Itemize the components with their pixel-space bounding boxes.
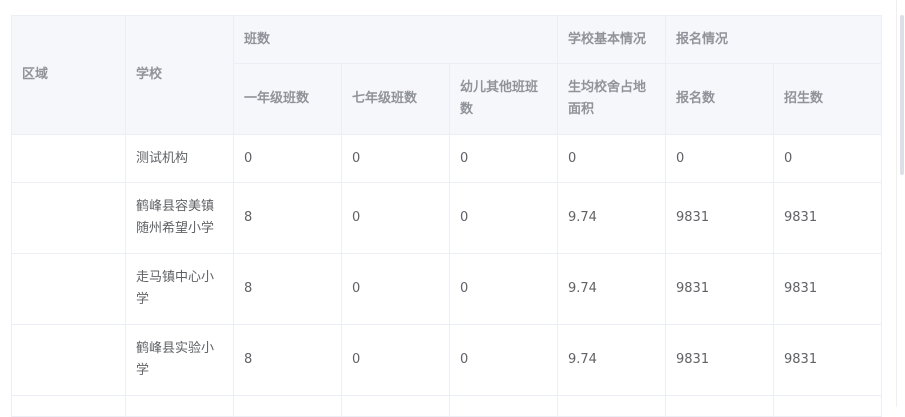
data-table-container: 区域 学校 班数 学校基本情况 报名情况 一年级班数 七年级班数 幼儿其他班班数… [11, 15, 883, 417]
cell-admit: 9831 [772, 182, 883, 254]
cell-area-per-student: 9.74 [557, 324, 666, 396]
header-signup-count[interactable]: 报名数 [665, 63, 774, 135]
school-statistics-table: 区域 学校 班数 学校基本情况 报名情况 一年级班数 七年级班数 幼儿其他班班数… [11, 15, 883, 417]
table-row[interactable]: 测试机构 0 0 0 0 0 0 [11, 134, 883, 183]
page-right-border [896, 0, 897, 407]
cell-school: 测试机构 [125, 134, 234, 183]
cell-grade1: 8 [233, 182, 342, 254]
cell-grade7: 0 [341, 134, 450, 183]
cell-area [11, 182, 126, 254]
table-row[interactable]: 鹤峰县容美镇随州希望小学 8 0 0 9.74 9831 9831 [11, 182, 883, 254]
header-group-classes: 班数 [233, 15, 558, 64]
cell-grade7 [341, 395, 450, 417]
cell-kinder [449, 395, 558, 417]
table-row[interactable]: 走马镇中心小学 8 0 0 9.74 9831 9831 [11, 253, 883, 325]
cell-area-per-student: 9.74 [557, 253, 666, 325]
cell-admit: 9831 [772, 253, 883, 325]
cell-grade1: 8 [233, 253, 342, 325]
table-body: 测试机构 0 0 0 0 0 0 鹤峰县容美镇随州希望小学 8 0 0 9.74… [11, 134, 883, 417]
cell-kinder: 0 [449, 324, 558, 396]
header-area-per-student[interactable]: 生均校舍占地面积 [557, 63, 666, 135]
cell-signup: 9831 [665, 324, 774, 396]
cell-school [125, 395, 234, 417]
header-grade1-classes[interactable]: 一年级班数 [233, 63, 342, 135]
cell-area [11, 253, 126, 325]
table-row[interactable]: 鹤峰县实验小学 8 0 0 9.74 9831 9831 [11, 324, 883, 396]
cell-grade1: 8 [233, 324, 342, 396]
cell-signup [665, 395, 774, 417]
header-admit-count[interactable]: 招生数 [772, 63, 883, 135]
header-kinder-other-classes[interactable]: 幼儿其他班班数 [449, 63, 558, 135]
cell-signup: 9831 [665, 253, 774, 325]
header-row-groups: 区域 学校 班数 学校基本情况 报名情况 [11, 15, 883, 135]
cell-grade7: 0 [341, 253, 450, 325]
cell-area [11, 324, 126, 396]
cell-grade1 [233, 395, 342, 417]
cell-signup: 0 [665, 134, 774, 183]
vertical-scrollbar[interactable] [900, 15, 904, 175]
cell-area [11, 395, 126, 417]
cell-area-per-student: 0 [557, 134, 666, 183]
cell-grade1: 0 [233, 134, 342, 183]
cell-admit [772, 395, 883, 417]
header-area[interactable]: 区域 [11, 15, 126, 135]
cell-kinder: 0 [449, 253, 558, 325]
header-group-enroll: 报名情况 [664, 15, 883, 64]
header-group-basic: 学校基本情况 [557, 15, 666, 64]
header-grade7-classes[interactable]: 七年级班数 [341, 63, 450, 135]
cell-area [11, 134, 126, 183]
table-header: 区域 学校 班数 学校基本情况 报名情况 一年级班数 七年级班数 幼儿其他班班数… [11, 15, 883, 135]
cell-admit: 9831 [772, 324, 883, 396]
cell-area-per-student [557, 395, 666, 417]
cell-area-per-student: 9.74 [557, 182, 666, 254]
cell-kinder: 0 [449, 182, 558, 254]
table-row[interactable] [11, 395, 883, 417]
cell-signup: 9831 [665, 182, 774, 254]
cell-school: 走马镇中心小学 [125, 253, 234, 325]
cell-admit: 0 [772, 134, 883, 183]
cell-grade7: 0 [341, 182, 450, 254]
header-school[interactable]: 学校 [125, 15, 234, 135]
cell-kinder: 0 [449, 134, 558, 183]
cell-school: 鹤峰县容美镇随州希望小学 [125, 182, 234, 254]
cell-school: 鹤峰县实验小学 [125, 324, 234, 396]
cell-grade7: 0 [341, 324, 450, 396]
